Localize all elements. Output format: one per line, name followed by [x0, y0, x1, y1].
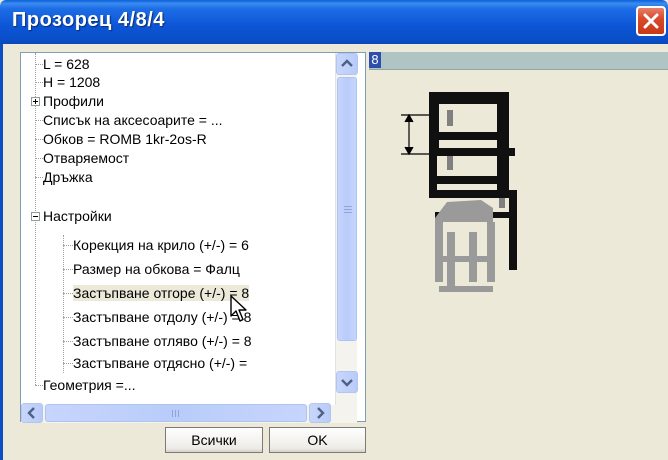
tree-item-overlap-bottom[interactable]: Застъпване отдолу (+/-) = 8	[73, 308, 251, 326]
arrow-up-icon	[341, 59, 353, 67]
tree-item-label: Профили	[43, 93, 104, 109]
scroll-left-button[interactable]	[21, 403, 43, 423]
tree-item-opening[interactable]: Отваряемост	[43, 149, 129, 167]
tree-item-handle[interactable]: Дръжка	[43, 168, 93, 186]
all-button[interactable]: Всички	[165, 427, 263, 453]
tree-item-height[interactable]: H = 1208	[43, 73, 100, 91]
tree-item-overlap-right[interactable]: Застъпване отдясно (+/-) =	[73, 354, 247, 372]
scroll-up-button[interactable]	[336, 53, 358, 75]
properties-tree[interactable]: L = 628 H = 1208 Профили Списък на аксес…	[20, 52, 366, 423]
collapse-settings-toggle[interactable]	[31, 212, 40, 221]
scroll-down-button[interactable]	[336, 371, 358, 393]
tree-item-profiles[interactable]: Профили	[43, 92, 104, 110]
sash-profile	[435, 200, 495, 292]
ok-button[interactable]: OK	[269, 427, 366, 453]
tree-item-label: Застъпване отляво (+/-) = 8	[73, 333, 252, 349]
tree-item-sash-correction[interactable]: Корекция на крило (+/-) = 6	[73, 236, 249, 254]
horizontal-scrollbar[interactable]	[21, 403, 357, 423]
tree-item-hardware-size[interactable]: Размер на обкова = Фалц	[73, 260, 240, 278]
tree-item-label: H = 1208	[43, 74, 101, 90]
expand-profiles-toggle[interactable]	[31, 97, 40, 106]
tree-item-label: Размер на обкова = Фалц	[73, 261, 240, 277]
vertical-scrollbar[interactable]	[335, 53, 358, 405]
arrow-down-icon	[341, 379, 353, 387]
tree-item-label: Настройки	[43, 208, 112, 224]
tree-item-accessories[interactable]: Списък на аксесоарите = ...	[43, 111, 223, 129]
tree-item-overlap-top[interactable]: Застъпване отгоре (+/-) = 8	[73, 284, 250, 302]
dimension-marker	[401, 113, 429, 156]
mouse-pointer-icon	[230, 295, 247, 322]
tree-item-label: Обков = ROMB 1kr-2os-R	[43, 131, 207, 147]
tree-item-label: Корекция на крило (+/-) = 6	[73, 237, 249, 253]
window-title: Прозорец 4/8/4	[12, 9, 165, 31]
tree-content: L = 628 H = 1208 Профили Списък на аксес…	[21, 53, 334, 405]
close-icon	[643, 13, 659, 29]
tree-item-length[interactable]: L = 628	[43, 55, 90, 73]
tree-item-label: Застъпване отгоре (+/-) = 8	[73, 285, 250, 301]
window: Прозорец 4/8/4 L = 628 H = 1208 Профили …	[0, 0, 668, 460]
horizontal-scroll-thumb[interactable]	[45, 404, 307, 422]
tree-item-settings[interactable]: Настройки	[43, 207, 112, 225]
preview-header: 8	[369, 52, 668, 70]
title-bar[interactable]: Прозорец 4/8/4	[0, 0, 668, 44]
scroll-right-button[interactable]	[309, 403, 331, 423]
tree-item-label: Геометрия =...	[43, 377, 136, 393]
vertical-scroll-thumb[interactable]	[337, 77, 357, 341]
tree-item-geometry[interactable]: Геометрия =...	[43, 376, 136, 394]
tree-item-label: Списък на аксесоарите = ...	[43, 112, 223, 128]
profile-preview: 8	[369, 52, 668, 460]
close-button[interactable]	[636, 6, 666, 36]
window-frame	[0, 44, 3, 460]
tree-item-label: Застъпване отдясно (+/-) =	[73, 355, 248, 371]
profile-section-drawing	[401, 92, 517, 292]
tree-item-label: Отваряемост	[43, 150, 130, 166]
tree-item-hardware[interactable]: Обков = ROMB 1kr-2os-R	[43, 130, 207, 148]
tree-item-label: L = 628	[43, 56, 90, 72]
arrow-left-icon	[27, 407, 35, 419]
overlap-value-indicator: 8	[369, 52, 381, 68]
arrow-right-icon	[317, 407, 325, 419]
tree-item-overlap-left[interactable]: Застъпване отляво (+/-) = 8	[73, 332, 252, 350]
tree-item-label: Дръжка	[43, 169, 93, 185]
tree-item-label: Застъпване отдолу (+/-) = 8	[73, 309, 252, 325]
tree-branch-line	[63, 235, 64, 373]
